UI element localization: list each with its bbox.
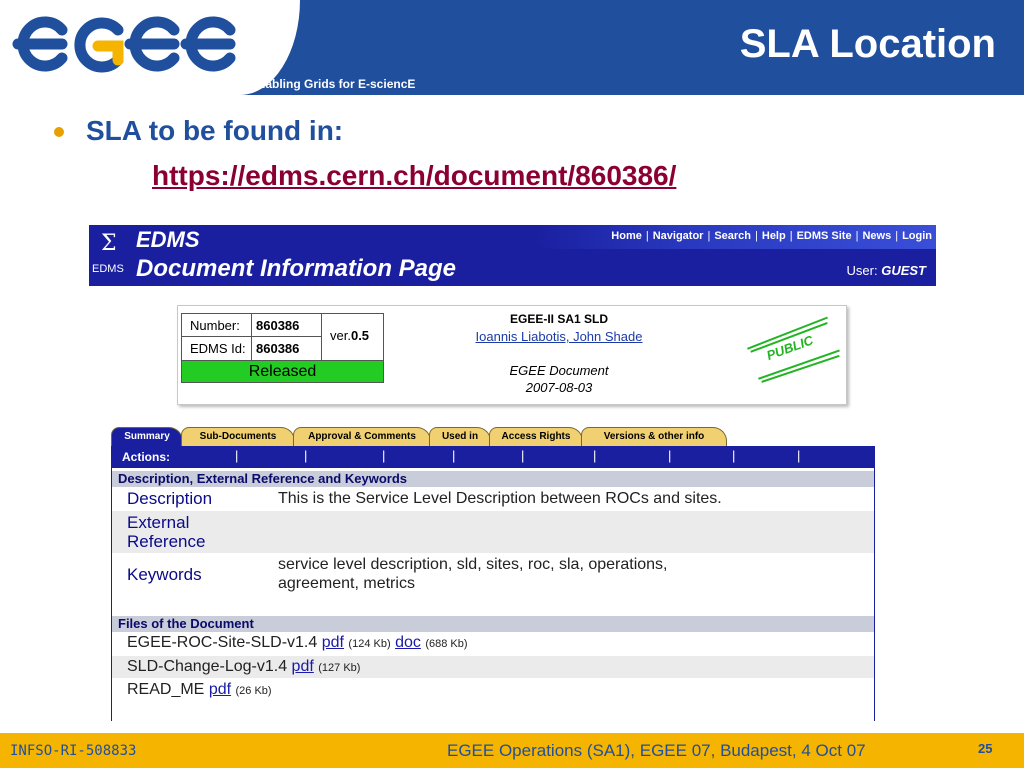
nav-link-login[interactable]: Login: [902, 230, 932, 242]
tab-access-rights[interactable]: Access Rights: [489, 427, 583, 446]
description-key: Description: [127, 489, 213, 508]
egee-logo-icon: [12, 16, 236, 73]
tab-sub-documents[interactable]: Sub-Documents: [181, 427, 295, 446]
number-label: Number:: [190, 318, 240, 333]
keywords-key: Keywords: [127, 565, 202, 584]
nav-separator: |: [645, 230, 649, 242]
file-size: (26 Kb): [235, 685, 272, 697]
pdf-link[interactable]: pdf: [209, 681, 231, 698]
actions-separator: |: [797, 448, 801, 463]
version: ver.0.5: [330, 328, 369, 343]
description-row: Description This is the Service Level De…: [112, 487, 874, 511]
actions-separator: |: [521, 448, 525, 463]
keywords-row: Keywords service level description, sld,…: [112, 553, 874, 615]
file-size: (688 Kb): [425, 638, 468, 650]
external-reference-key: External Reference: [127, 513, 206, 551]
file-size: (124 Kb): [348, 638, 391, 650]
edms-document-link[interactable]: https://edms.cern.ch/document/860386/: [152, 160, 676, 192]
file-row: SLD-Change-Log-v1.4 pdf (127 Kb): [127, 658, 360, 676]
edms-small-label: EDMS: [92, 263, 124, 275]
footer-project-id: INFSO-RI-508833: [10, 743, 137, 759]
section-description-header: Description, External Reference and Keyw…: [112, 471, 874, 487]
slide-title: SLA Location: [739, 22, 996, 66]
tab-versions-other-info[interactable]: Versions & other info: [581, 427, 727, 446]
file-name: EGEE-ROC-Site-SLD-v1.4: [127, 634, 318, 651]
actions-bar: Actions: | | | | | | | | |: [111, 446, 875, 468]
doc-link[interactable]: doc: [395, 634, 421, 651]
actions-separator: |: [382, 448, 386, 463]
edms-screenshot: Σ EDMS EDMS Document Information Page Ho…: [89, 225, 936, 721]
nav-separator: |: [755, 230, 758, 242]
status-badge: Released: [181, 360, 384, 383]
file-size: (127 Kb): [318, 662, 361, 674]
actions-separator: |: [304, 448, 308, 463]
file-name: SLD-Change-Log-v1.4: [127, 658, 288, 675]
nav-separator: |: [707, 230, 711, 242]
tab-used-in[interactable]: Used in: [429, 427, 491, 446]
version-value: 0.5: [350, 328, 370, 343]
number-value: 860386: [256, 318, 300, 333]
tab-approval-comments[interactable]: Approval & Comments: [293, 427, 431, 446]
nav-separator: |: [789, 230, 793, 242]
page-title: Document Information Page: [136, 255, 457, 282]
version-label: ver.: [330, 328, 351, 343]
file-row: EGEE-ROC-Site-SLD-v1.4 pdf (124 Kb) doc …: [127, 634, 468, 652]
actions-separator: |: [452, 448, 456, 463]
footer-event: EGEE Operations (SA1), EGEE 07, Budapest…: [447, 741, 866, 760]
nav-separator: |: [855, 230, 859, 242]
document-authors-link[interactable]: Ioannis Liabotis, John Shade: [419, 329, 699, 344]
edmsid-value: 860386: [256, 341, 300, 356]
bullet-text: SLA to be found in:: [86, 115, 344, 146]
actions-separator: |: [668, 448, 672, 463]
file-name: READ_ME: [127, 681, 205, 698]
bullet-icon: [54, 127, 64, 137]
document-title: EGEE-II SA1 SLD: [509, 312, 609, 326]
actions-separator: |: [235, 448, 239, 463]
user-label: User:: [846, 263, 878, 278]
tagline: Enabling Grids for E-sciencE: [250, 77, 416, 91]
document-type: EGEE Document: [509, 363, 609, 378]
nav-link-help[interactable]: Help: [762, 230, 786, 242]
pdf-link[interactable]: pdf: [322, 634, 344, 651]
nav-link-search[interactable]: Search: [714, 230, 751, 242]
user-name: GUEST: [881, 263, 926, 278]
nav-separator: |: [895, 230, 899, 242]
top-nav-items: Home | Navigator | Search | Help | EDMS Site | New…: [611, 230, 932, 242]
external-reference-row: External Reference: [112, 511, 874, 553]
page-number: 25: [978, 741, 993, 756]
nav-link-edms-site[interactable]: EDMS Site: [797, 230, 852, 242]
nav-link-news[interactable]: News: [862, 230, 891, 242]
user-indicator: User: GUEST: [847, 263, 926, 278]
tab-summary[interactable]: Summary: [111, 427, 183, 446]
nav-link-home[interactable]: Home: [611, 230, 642, 242]
actions-label: Actions:: [122, 450, 170, 464]
pdf-link[interactable]: pdf: [292, 658, 314, 675]
edms-title: EDMS: [136, 227, 200, 252]
document-date: 2007-08-03: [525, 380, 593, 395]
edmsid-label: EDMS Id:: [190, 341, 246, 356]
section-files-header: Files of the Document: [112, 616, 874, 632]
actions-separator: |: [732, 448, 736, 463]
top-nav: Home | Navigator | Search | Help | EDMS Site | New…: [534, 225, 936, 249]
actions-separator: |: [593, 448, 597, 463]
file-row: READ_ME pdf (26 Kb): [127, 681, 272, 699]
description-value: This is the Service Level Description be…: [278, 490, 722, 507]
sigma-icon: Σ: [101, 231, 117, 256]
nav-link-navigator[interactable]: Navigator: [653, 230, 704, 242]
keywords-value: service level description, sld, sites, r…: [278, 556, 668, 592]
